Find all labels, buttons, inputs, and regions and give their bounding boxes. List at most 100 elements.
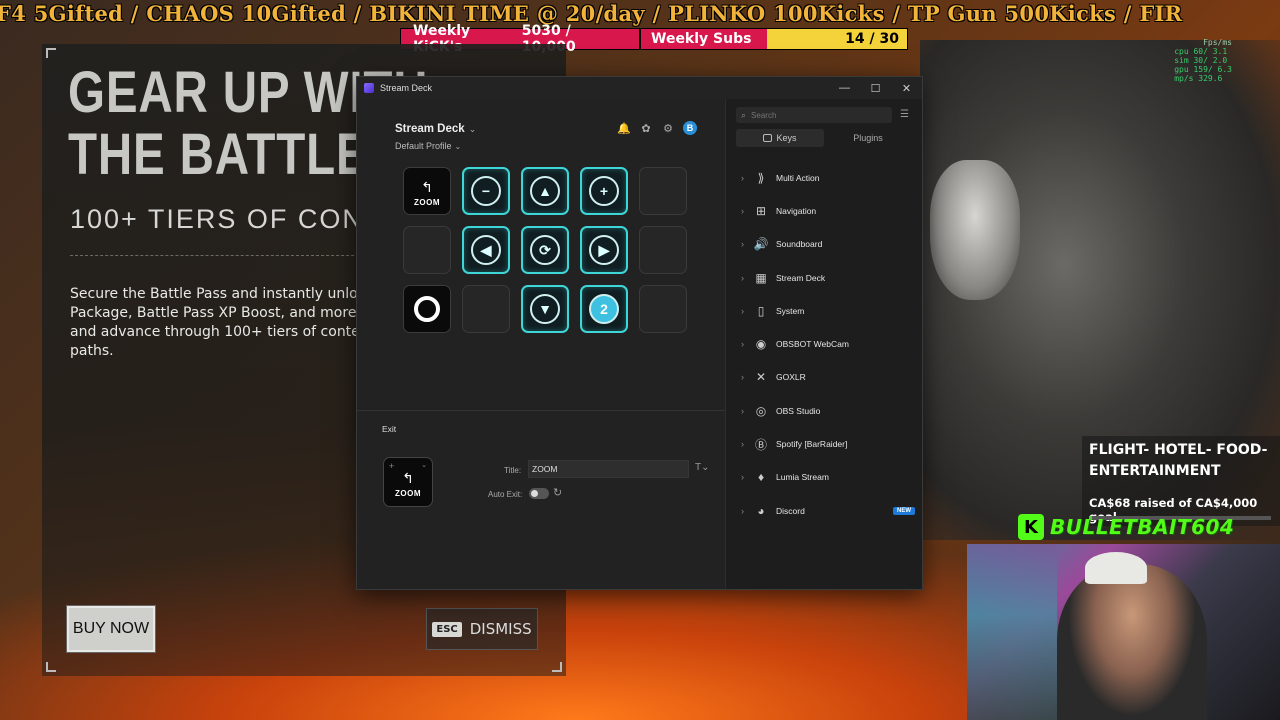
deck-key[interactable]: ▶ — [580, 226, 628, 274]
chevron-right-icon[interactable]: › — [726, 339, 752, 349]
right-arrow-icon: ▶ — [589, 235, 619, 265]
maximize-button[interactable]: ☐ — [860, 77, 891, 99]
plugin-name: Lumia Stream — [776, 472, 829, 483]
auto-exit-label: Auto Exit: — [488, 490, 523, 499]
deck-key[interactable]: + — [580, 167, 628, 215]
app-icon — [364, 83, 374, 93]
cap — [1085, 552, 1147, 584]
search-icon: ⌕ — [741, 109, 747, 120]
plugin-category[interactable]: › ▦ Stream Deck — [726, 261, 923, 294]
deck-key[interactable]: ↰ ZOOM — [403, 167, 451, 215]
plugin-name: OBSBOT WebCam — [776, 339, 849, 350]
plugin-name: OBS Studio — [776, 405, 821, 416]
battle-pass-subtitle: 100+ TIERS OF CONT — [70, 204, 383, 234]
reset-icon[interactable]: ↻ — [553, 486, 562, 499]
chevron-right-icon[interactable]: › — [726, 372, 752, 382]
add-icon[interactable]: + — [389, 461, 394, 471]
chevron-right-icon[interactable]: › — [726, 439, 752, 449]
performance-overlay: Fps/ms cpu 60/ 3.1 sim 30/ 2.0 gpu 159/ … — [1174, 38, 1232, 83]
chevron-down-icon: ⌄ — [454, 142, 462, 151]
gear-icon[interactable]: ⚙ — [661, 121, 675, 135]
ring-icon — [414, 296, 440, 322]
empty-key[interactable] — [639, 285, 687, 333]
plugin-name: Spotify [BarRaider] — [776, 439, 848, 450]
plugin-category[interactable]: › ◕ Discord NEW — [726, 494, 923, 527]
window-controls: — ☐ ✕ — [829, 77, 922, 99]
profile-selector[interactable]: Default Profile ⌄ — [395, 141, 461, 151]
title-label: Title: — [504, 466, 522, 475]
plugin-category[interactable]: › ⟫ Multi Action — [726, 161, 923, 194]
text-format-icon[interactable]: T⌄ — [695, 462, 710, 473]
search-box[interactable]: ⌕ — [736, 107, 892, 123]
divider — [357, 410, 725, 411]
chevron-down-icon[interactable]: ⌄ — [421, 461, 427, 469]
kick-username: K BULLETBAIT604 — [1018, 514, 1234, 540]
chevron-right-icon[interactable]: › — [726, 173, 752, 183]
perf-line: sim 30/ 2.0 — [1174, 56, 1228, 65]
esc-key-icon: ESC — [432, 621, 462, 637]
webcam-feed — [967, 544, 1280, 720]
avatar[interactable]: B — [683, 121, 697, 135]
empty-key[interactable] — [403, 226, 451, 274]
auto-exit-toggle[interactable] — [529, 488, 549, 499]
chevron-right-icon[interactable]: › — [726, 472, 752, 482]
plugin-category[interactable]: › ♦ Lumia Stream — [726, 461, 923, 494]
fundraiser-widget: FLIGHT- HOTEL- FOOD- ENTERTAINMENT CA$68… — [1082, 436, 1280, 526]
deck-key[interactable]: ▲ — [521, 167, 569, 215]
empty-key[interactable] — [462, 285, 510, 333]
zoom-in-icon: + — [589, 176, 619, 206]
bell-icon[interactable]: 🔔 — [617, 121, 631, 135]
tab-plugins[interactable]: Plugins — [824, 129, 912, 147]
zoom-out-icon: − — [471, 176, 501, 206]
key-grid: ↰ ZOOM − ▲ + ◀ ⟳ ▶ ▼ 2 — [403, 167, 687, 333]
plugin-category[interactable]: › ⊞ Navigation — [726, 194, 923, 227]
plugin-category[interactable]: › ▯ System — [726, 294, 923, 327]
deck-key[interactable]: ⟳ — [521, 226, 569, 274]
deck-key[interactable]: − — [462, 167, 510, 215]
plugin-category[interactable]: › ◎ OBS Studio — [726, 394, 923, 427]
back-arrow-icon: ↰ — [402, 469, 414, 486]
tab-keys[interactable]: Keys — [736, 129, 824, 147]
title-input[interactable] — [528, 460, 689, 478]
plugin-category[interactable]: › 🔊 Soundboard — [726, 228, 923, 261]
subs-goal-label: Weekly Subs — [641, 29, 767, 49]
chevron-down-icon: ⌄ — [468, 124, 477, 134]
search-input[interactable] — [751, 110, 872, 120]
corner-bracket — [552, 662, 562, 672]
top-toolbar: 🔔 ✿ ⚙ B — [617, 121, 697, 135]
corner-bracket — [46, 662, 56, 672]
chevron-right-icon[interactable]: › — [726, 406, 752, 416]
chevron-right-icon[interactable]: › — [726, 306, 752, 316]
dismiss-button[interactable]: ESC DISMISS — [426, 608, 538, 650]
plugin-category[interactable]: › Ⓑ Spotify [BarRaider] — [726, 427, 923, 460]
list-view-icon[interactable]: ☰ — [900, 109, 909, 120]
streamer — [1057, 564, 1207, 720]
chevron-right-icon[interactable]: › — [726, 206, 752, 216]
chevron-right-icon[interactable]: › — [726, 273, 752, 283]
buy-now-button[interactable]: BUY NOW — [66, 605, 156, 653]
deck-key[interactable]: 2 — [580, 285, 628, 333]
weekly-subs-goal: Weekly Subs 14 / 30 — [640, 28, 908, 50]
streamer-name: BULLETBAIT604 — [1050, 515, 1235, 539]
device-selector[interactable]: Stream Deck ⌄ — [395, 123, 476, 135]
deck-key[interactable]: ◀ — [462, 226, 510, 274]
empty-key[interactable] — [639, 167, 687, 215]
deck-key[interactable]: ▼ — [521, 285, 569, 333]
chevron-right-icon[interactable]: › — [726, 506, 752, 516]
back-arrow-icon: ↰ — [421, 178, 433, 195]
minimize-button[interactable]: — — [829, 77, 860, 99]
new-badge: NEW — [893, 506, 915, 515]
key-preview[interactable]: + ⌄ ↰ ZOOM — [383, 457, 433, 507]
title-bar[interactable]: Stream Deck — ☐ ✕ — [357, 77, 922, 99]
deck-key[interactable] — [403, 285, 451, 333]
plugin-name: Stream Deck — [776, 272, 826, 283]
plugin-category[interactable]: › ◉ OBSBOT WebCam — [726, 327, 923, 360]
marketplace-icon[interactable]: ✿ — [639, 121, 653, 135]
perf-line: gpu 159/ 6.3 — [1174, 65, 1232, 74]
up-arrow-icon: ▲ — [530, 176, 560, 206]
empty-key[interactable] — [639, 226, 687, 274]
chevron-right-icon[interactable]: › — [726, 239, 752, 249]
barraider-icon: Ⓑ — [754, 437, 767, 452]
plugin-category[interactable]: › ✕ GOXLR — [726, 361, 923, 394]
close-button[interactable]: ✕ — [891, 77, 922, 99]
